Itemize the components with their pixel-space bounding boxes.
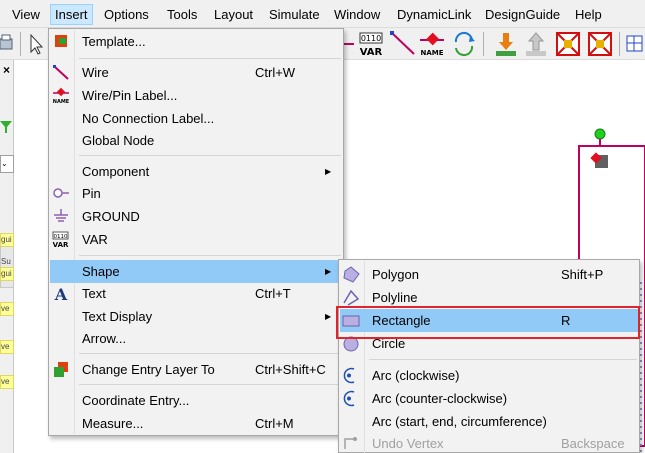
swap-icon[interactable] [450,30,478,58]
submenu-arrow-icon: ▶ [325,167,332,176]
menu-item-wire-pin-label[interactable]: NAME Wire/Pin Label... [50,84,342,107]
svg-text:A: A [54,285,68,302]
palette-item[interactable]: ve [0,375,14,389]
menu-item-change-entry-layer[interactable]: Change Entry Layer To Ctrl+Shift+C [50,358,342,381]
menu-item-coordinate-entry[interactable]: Coordinate Entry... [50,389,342,412]
push-into-icon[interactable] [492,30,520,58]
svg-text:VAR: VAR [360,47,383,58]
svg-text:NAME: NAME [53,99,70,104]
menu-item-var[interactable]: 0110 VAR VAR [50,228,342,251]
menu-item-wire[interactable]: Wire Ctrl+W [50,61,342,84]
menu-item-component[interactable]: Component ▶ [50,160,342,183]
name-label-icon[interactable]: NAME [418,30,446,58]
var-icon: 0110 VAR [52,231,70,249]
text-a-icon: A [52,285,70,304]
ground-icon [52,208,70,225]
filter-icon[interactable] [0,120,12,137]
pop-out-icon[interactable] [522,30,550,58]
name-label-icon: NAME [52,87,70,105]
library-select[interactable]: ⌄ [0,155,14,173]
grid-icon[interactable] [624,30,644,58]
menu-view[interactable]: View [8,4,44,25]
menu-item-text-display[interactable]: Text Display ▶ [50,305,342,328]
menu-layout[interactable]: Layout [210,4,257,25]
menu-item-template[interactable]: Template... [50,30,342,53]
left-panel: × ⌄ Su gui gui ve ve ve [0,60,14,453]
shape-submenu: Polygon Shift+P Polyline Rectangle R Cir… [338,259,640,453]
polygon-icon [342,266,360,283]
svg-text:VAR: VAR [53,241,69,248]
menu-item-shape[interactable]: Shape ▶ [50,260,342,283]
var-icon[interactable]: 0110 VAR [357,30,387,58]
menu-window[interactable]: Window [330,4,384,25]
submenu-arrow-icon: ▶ [325,312,332,321]
menu-help[interactable]: Help [571,4,606,25]
menu-item-text[interactable]: A Text Ctrl+T [50,282,342,305]
menu-item-arc-start-end-circumference[interactable]: Arc (start, end, circumference) [340,410,638,433]
layer-icon [52,361,70,378]
undo-vertex-icon [342,435,360,452]
template-icon [52,33,70,50]
wire-icon [52,64,70,81]
svg-text:NAME: NAME [420,49,443,57]
polyline-icon [342,289,360,306]
deactivate-icon[interactable] [554,30,582,58]
wire-icon[interactable] [389,30,417,58]
menu-item-arc-cw[interactable]: Arc (clockwise) [340,364,638,387]
menu-item-global-node[interactable]: Global Node [50,129,342,152]
insert-menu: Template... Wire Ctrl+W NAME Wire/Pin La… [48,28,344,436]
pin-icon [52,185,70,202]
menu-insert[interactable]: Insert [50,4,93,25]
highlight-annotation-box [336,306,640,339]
menu-item-arc-ccw[interactable]: Arc (counter-clockwise) [340,387,638,410]
menu-bar: View Insert Options Tools Layout Simulat… [0,0,645,28]
arc-clockwise-icon [342,367,360,384]
submenu-arrow-icon: ▶ [325,267,332,276]
palette-item[interactable]: gui [0,267,14,281]
menu-item-undo-vertex[interactable]: Undo Vertex Backspace [340,432,638,453]
arc-counter-clockwise-icon [342,390,360,407]
menu-dynamiclink[interactable]: DynamicLink [393,4,475,25]
deactivate-short-icon[interactable] [586,30,614,58]
palette-item[interactable]: gui [0,233,14,247]
menu-options[interactable]: Options [100,4,153,25]
menu-item-measure[interactable]: Measure... Ctrl+M [50,412,342,435]
palette-item[interactable]: ve [0,340,14,354]
print-icon[interactable] [0,30,28,58]
menu-item-pin[interactable]: Pin [50,182,342,205]
menu-item-polygon[interactable]: Polygon Shift+P [340,263,638,286]
svg-text:0110: 0110 [361,34,381,43]
menu-designguide[interactable]: DesignGuide [481,4,564,25]
menu-tools[interactable]: Tools [163,4,201,25]
panel-close-button[interactable]: × [0,62,13,78]
menu-item-no-connection-label[interactable]: No Connection Label... [50,107,342,130]
svg-text:0110: 0110 [54,234,68,240]
menu-item-arrow[interactable]: Arrow... [50,327,342,350]
palette-item[interactable]: ve [0,302,14,316]
menu-simulate[interactable]: Simulate [265,4,324,25]
menu-item-ground[interactable]: GROUND [50,205,342,228]
